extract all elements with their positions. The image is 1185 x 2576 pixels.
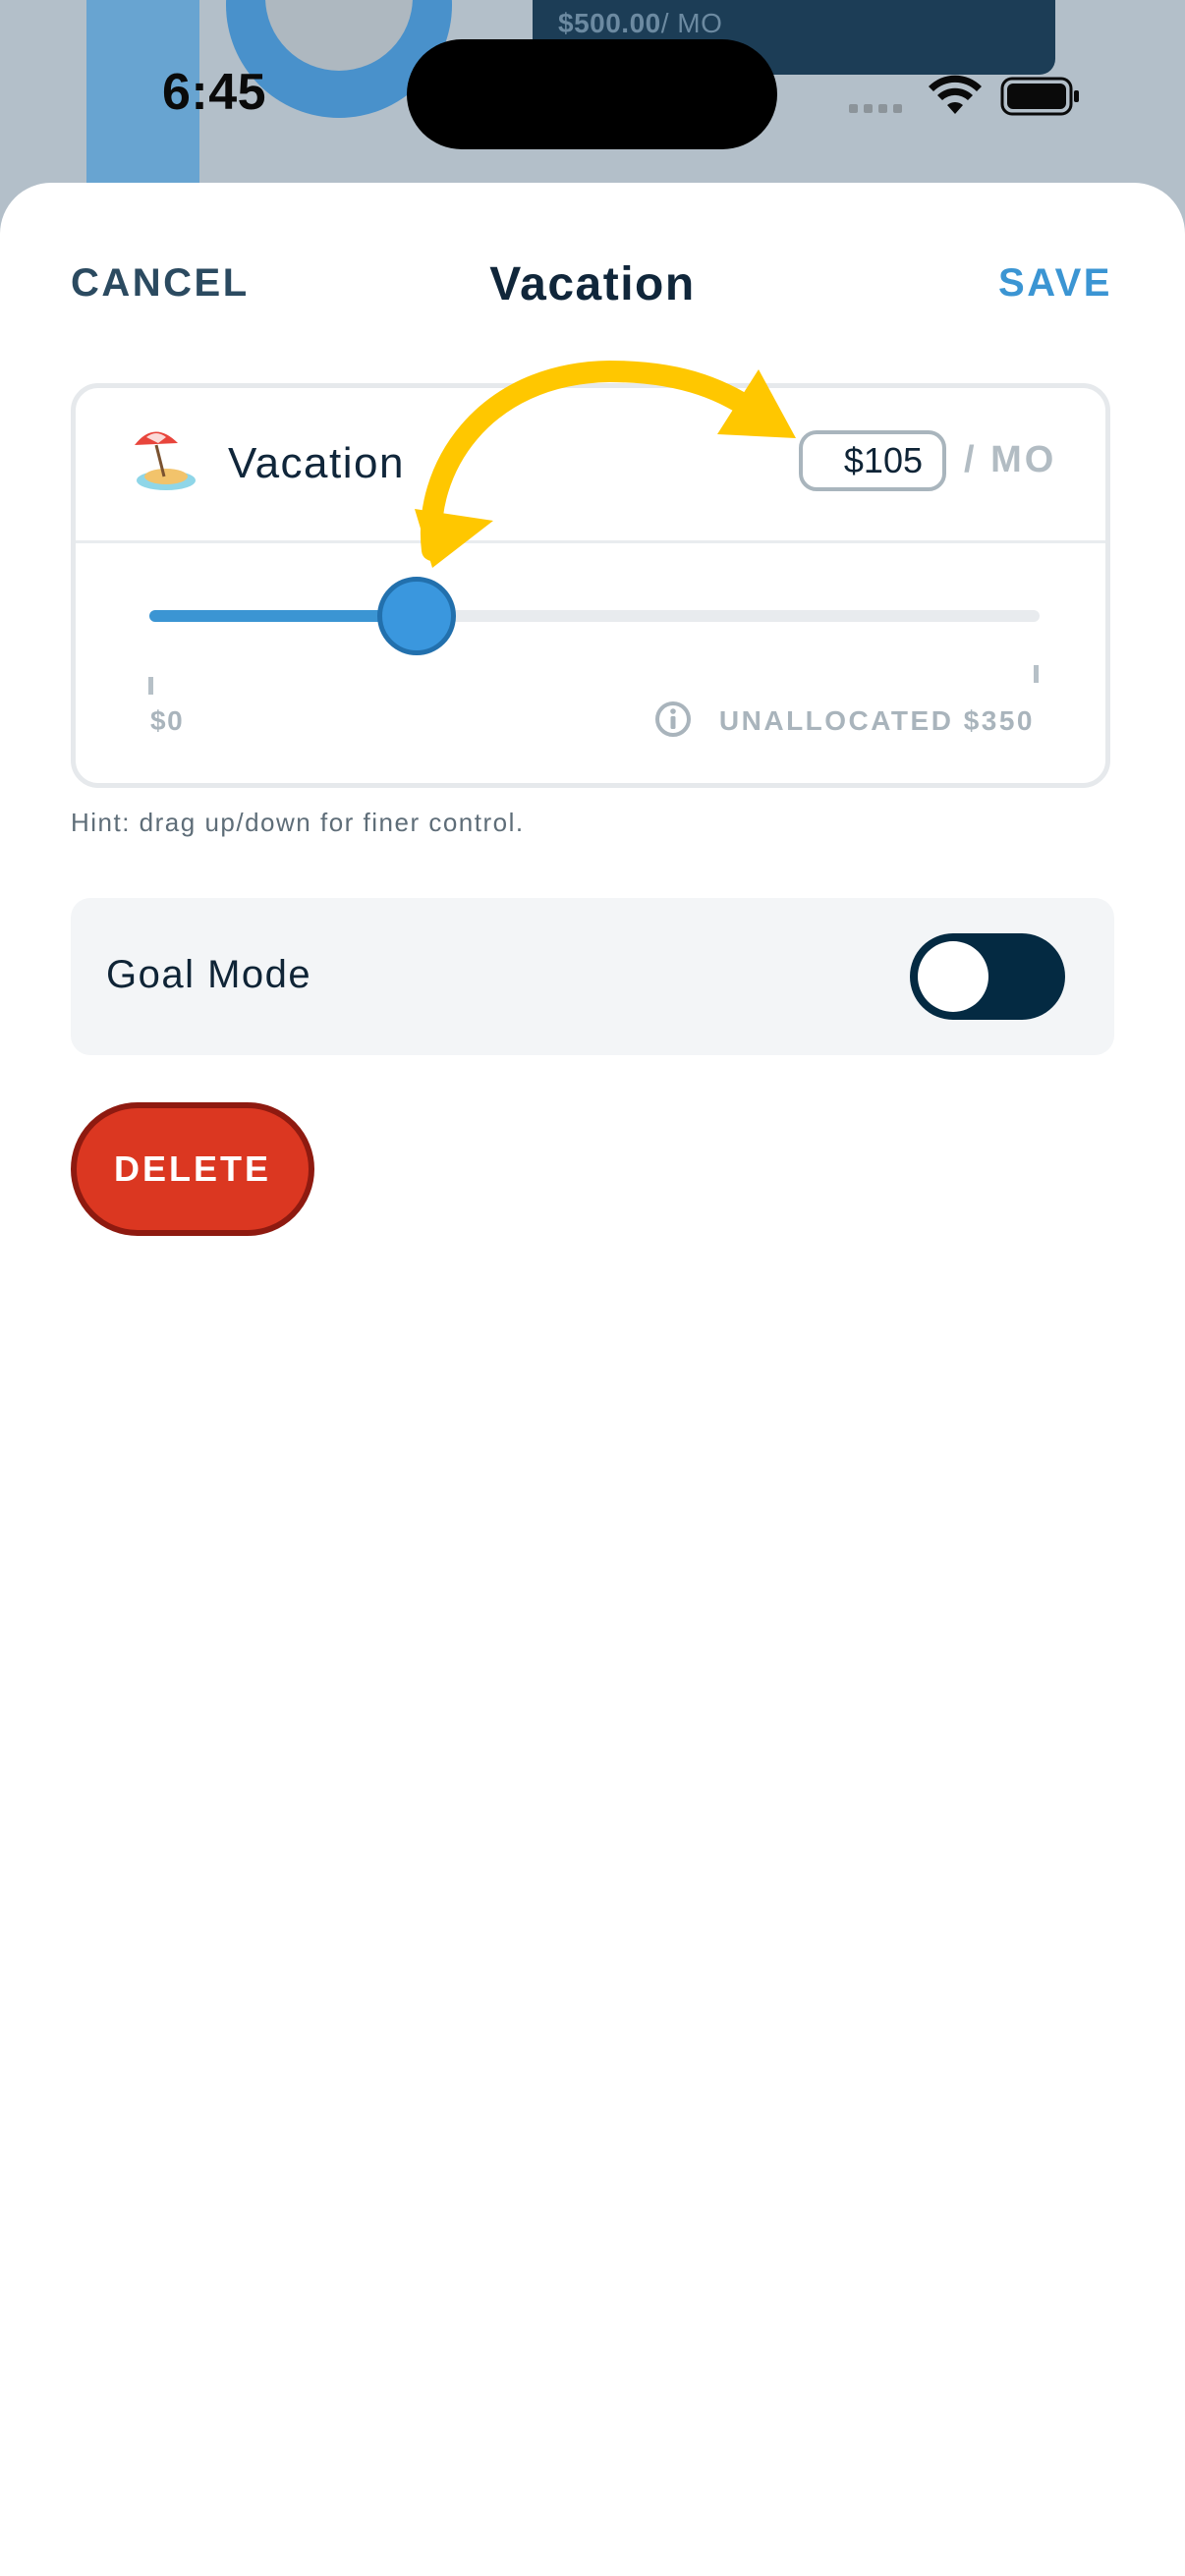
- goal-mode-row: Goal Mode: [71, 898, 1114, 1055]
- dynamic-island: [407, 39, 777, 149]
- wifi-icon: [929, 75, 982, 114]
- delete-button[interactable]: DELETE: [71, 1102, 314, 1236]
- status-time: 6:45: [162, 64, 267, 121]
- goal-mode-label: Goal Mode: [106, 953, 312, 996]
- cellular-signal-icon: [849, 104, 902, 113]
- toggle-knob: [918, 941, 988, 1012]
- slider-min-label: $0: [150, 705, 185, 736]
- slider-thumb[interactable]: [376, 577, 456, 655]
- hint-text: Hint: drag up/down for finer control.: [71, 808, 525, 837]
- category-name: Vacation: [228, 439, 405, 487]
- slider-min-tick: [148, 677, 153, 695]
- per-month-label: / MO: [964, 439, 1057, 480]
- double-arrow-annotation: [415, 360, 796, 568]
- amount-slider[interactable]: [149, 577, 1040, 655]
- beach-with-umbrella-icon: [135, 431, 196, 490]
- battery-icon: [1000, 77, 1079, 116]
- save-button[interactable]: SAVE: [998, 261, 1112, 306]
- info-icon[interactable]: [654, 700, 692, 738]
- unallocated-label: UNALLOCATED $350: [718, 705, 1035, 736]
- screen: $500.00/ MO 6:45 CANCEL Vacation SAVE Va…: [0, 0, 1185, 2576]
- background-card-amount: $500.00/ MO: [558, 8, 723, 38]
- goal-mode-toggle[interactable]: [910, 933, 1065, 1020]
- slider-max-tick: [1034, 665, 1039, 683]
